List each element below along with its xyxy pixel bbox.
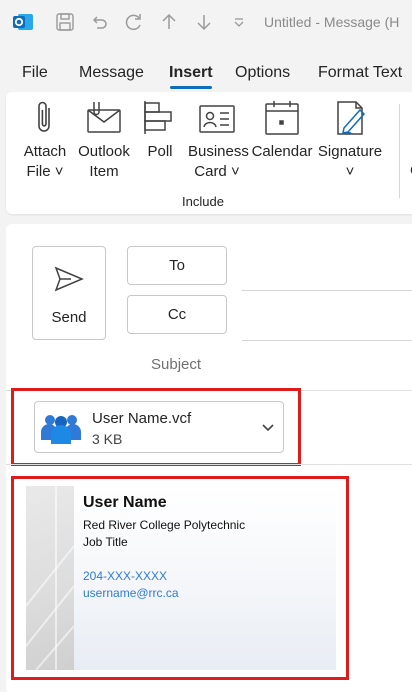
card-name: User Name [83,494,167,511]
ribbon-panel: Attach File ˅ Outlook Item Poll Business… [6,92,412,214]
outlook-logo-icon [12,10,34,34]
poll-button[interactable]: Poll [142,98,178,162]
business-card-preview: User Name Red River College Polytechnic … [25,486,336,671]
paperclip-icon [38,101,50,132]
arrow-down-icon[interactable] [193,10,215,34]
outlook-item-label-1: Outlook [78,143,130,160]
ribbon-separator [399,104,400,198]
send-label: Send [51,309,87,326]
outlook-item-label-2: Item [89,163,119,180]
customize-toolbar-icon[interactable] [228,10,250,34]
attach-file-label-1: Attach [23,143,67,160]
subject-label: Subject [151,356,202,373]
tab-message[interactable]: Message [79,64,144,82]
redo-icon[interactable] [123,10,145,34]
outlook-item-icon [87,102,121,133]
active-tab-indicator [170,86,212,89]
chevron-down-icon[interactable] [261,420,275,434]
attach-file-button[interactable]: Attach File ˅ [22,98,68,182]
photo-placeholder-icon [25,486,75,671]
card-phone[interactable]: 204-XXX-XXXX [83,569,167,583]
poll-label: Poll [147,143,173,160]
cc-button[interactable]: Cc [127,295,227,334]
attachment-size: 3 KB [92,431,123,447]
undo-icon[interactable] [88,10,110,34]
calendar-icon [265,101,299,135]
attach-file-label-2: File ˅ [26,163,64,180]
signature-dropdown: ˅ [345,163,355,180]
tab-options[interactable]: Options [235,64,290,82]
arrow-up-icon[interactable] [158,10,180,34]
attachment-chip[interactable]: User Name.vcf 3 KB [34,401,284,453]
title-bar: Untitled - Message (H [0,0,412,46]
contact-group-icon [41,415,81,444]
card-organization: Red River College Polytechnic [83,518,246,532]
to-field[interactable] [242,290,412,291]
to-button[interactable]: To [127,246,227,285]
outlook-item-button[interactable]: Outlook Item [74,98,134,182]
signature-label: Signature [317,143,383,160]
body-divider [6,464,412,465]
window-title: Untitled - Message (H [264,14,400,30]
send-button[interactable]: Send [32,246,106,340]
save-icon[interactable] [54,10,76,34]
business-card-label-2: Card ˅ [194,163,240,180]
card-job-title: Job Title [83,535,128,549]
signature-button[interactable]: Signature ˅ [316,98,384,182]
calendar-button[interactable]: Calendar [250,98,314,162]
attachment-name: User Name.vcf [92,410,192,427]
cc-field[interactable] [242,340,412,341]
tab-format-text[interactable]: Format Text [318,64,402,82]
contact-photo [25,486,75,671]
signature-icon [337,101,366,135]
business-card-label-1: Business [188,143,249,160]
card-email[interactable]: username@rrc.ca [83,586,179,600]
business-card-icon [199,105,235,133]
send-icon [54,266,84,292]
poll-icon [144,101,172,134]
include-group-label: Include [182,194,224,209]
compose-pane: Send To Cc Subject User Name.vcf 3 KB Us… [6,224,412,692]
business-card-button[interactable]: Business Card ˅ [188,98,249,182]
calendar-label: Calendar [251,143,313,160]
tab-file[interactable]: File [22,64,48,82]
tab-insert[interactable]: Insert [169,64,213,82]
